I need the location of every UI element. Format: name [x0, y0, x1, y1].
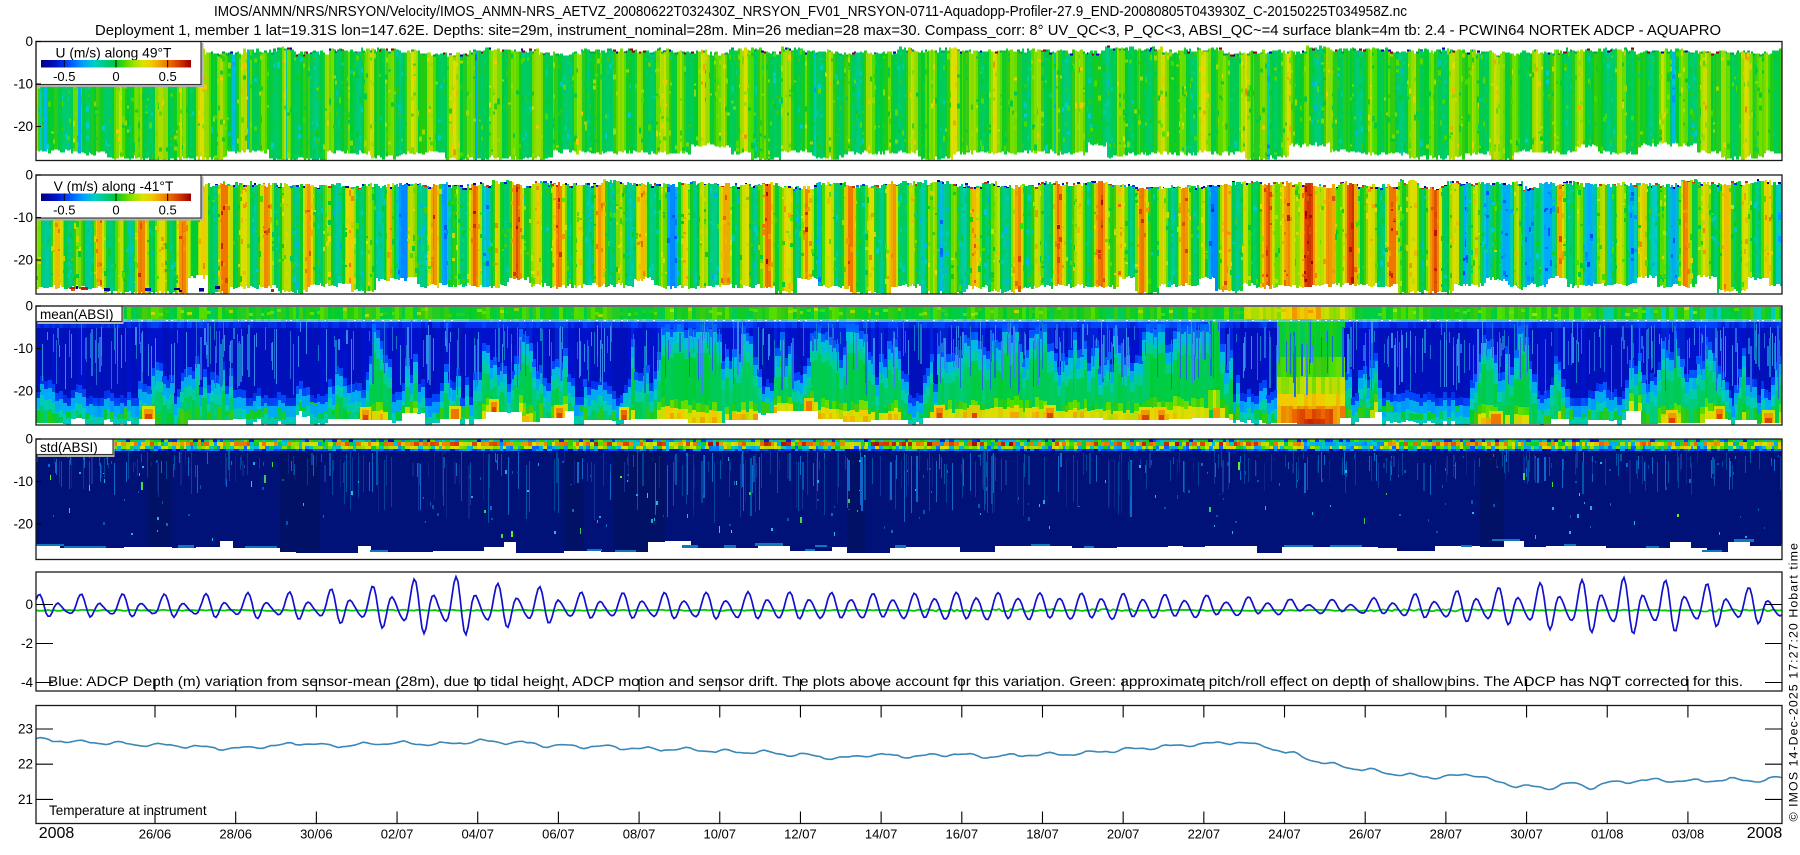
svg-text:22/07: 22/07 [1188, 827, 1221, 842]
svg-text:0: 0 [112, 203, 119, 218]
svg-text:-20: -20 [13, 119, 33, 134]
svg-text:-10: -10 [13, 341, 33, 356]
svg-text:0: 0 [25, 34, 33, 49]
svg-text:Blue: ADCP Depth (m) variation: Blue: ADCP Depth (m) variation from sens… [48, 674, 1743, 689]
svg-text:mean(ABSI): mean(ABSI) [40, 307, 114, 322]
svg-text:12/07: 12/07 [784, 827, 817, 842]
svg-text:21: 21 [18, 792, 33, 807]
svg-text:0: 0 [25, 597, 33, 612]
svg-text:2008: 2008 [1747, 825, 1783, 842]
svg-text:26/06: 26/06 [139, 827, 172, 842]
svg-text:03/08: 03/08 [1672, 827, 1705, 842]
svg-text:28/07: 28/07 [1430, 827, 1463, 842]
svg-text:18/07: 18/07 [1026, 827, 1059, 842]
svg-text:-20: -20 [13, 253, 33, 268]
svg-text:23: 23 [18, 722, 33, 737]
svg-text:-10: -10 [13, 474, 33, 489]
svg-text:-2: -2 [21, 636, 33, 651]
svg-text:U (m/s) along 49°T: U (m/s) along 49°T [56, 46, 172, 61]
svg-text:10/07: 10/07 [703, 827, 736, 842]
svg-text:std(ABSI): std(ABSI) [40, 440, 98, 455]
svg-text:04/07: 04/07 [461, 827, 494, 842]
svg-text:24/07: 24/07 [1268, 827, 1301, 842]
svg-text:28/06: 28/06 [219, 827, 252, 842]
svg-text:-0.5: -0.5 [53, 69, 75, 84]
svg-text:0: 0 [25, 168, 33, 183]
svg-text:Temperature at instrument: Temperature at instrument [49, 803, 207, 818]
svg-text:IMOS/ANMN/NRS/NRSYON/Velocity/: IMOS/ANMN/NRS/NRSYON/Velocity/IMOS_ANMN-… [214, 3, 1407, 20]
svg-text:© IMOS 14-Dec-2025 17:27:20 Ho: © IMOS 14-Dec-2025 17:27:20 Hobart time [1787, 542, 1800, 821]
svg-text:-4: -4 [21, 675, 33, 690]
svg-text:0: 0 [25, 432, 33, 447]
svg-text:0.5: 0.5 [159, 69, 177, 84]
svg-text:06/07: 06/07 [542, 827, 575, 842]
svg-text:-0.5: -0.5 [53, 203, 75, 218]
svg-text:0: 0 [25, 299, 33, 314]
svg-text:0: 0 [112, 69, 119, 84]
svg-text:01/08: 01/08 [1591, 827, 1624, 842]
svg-text:2008: 2008 [39, 825, 75, 842]
svg-text:-20: -20 [13, 517, 33, 532]
svg-text:30/06: 30/06 [300, 827, 333, 842]
svg-text:Deployment 1, member 1 lat=19.: Deployment 1, member 1 lat=19.31S lon=14… [95, 22, 1721, 39]
svg-text:08/07: 08/07 [623, 827, 656, 842]
svg-text:16/07: 16/07 [946, 827, 979, 842]
svg-text:-10: -10 [13, 77, 33, 92]
svg-text:20/07: 20/07 [1107, 827, 1140, 842]
svg-text:14/07: 14/07 [865, 827, 898, 842]
svg-text:-20: -20 [13, 384, 33, 399]
svg-text:30/07: 30/07 [1510, 827, 1543, 842]
svg-text:22: 22 [18, 757, 33, 772]
svg-text:0.5: 0.5 [159, 203, 177, 218]
svg-text:02/07: 02/07 [381, 827, 414, 842]
svg-text:V (m/s) along -41°T: V (m/s) along -41°T [54, 179, 174, 194]
svg-text:26/07: 26/07 [1349, 827, 1382, 842]
svg-text:-10: -10 [13, 210, 33, 225]
